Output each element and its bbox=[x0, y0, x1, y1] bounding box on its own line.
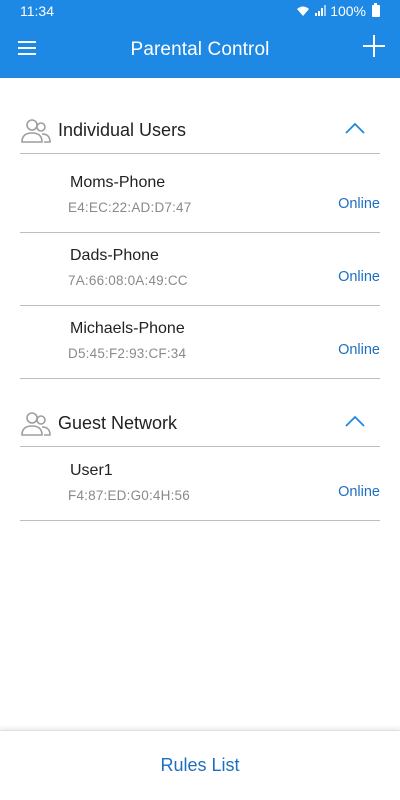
section-title: Guest Network bbox=[58, 413, 178, 433]
list-item[interactable]: Dads-Phone 7A:66:08:0A:49:CC Online bbox=[20, 233, 380, 306]
status-bar: 11:34 100% bbox=[0, 0, 400, 22]
section-header-guest-network[interactable]: Guest Network bbox=[20, 401, 380, 447]
wifi-icon bbox=[297, 6, 310, 16]
list-item[interactable]: Moms-Phone E4:EC:22:AD:D7:47 Online bbox=[20, 160, 380, 233]
signal-icon bbox=[315, 5, 327, 16]
battery-percent: 100% bbox=[330, 3, 366, 19]
device-name: Dads-Phone bbox=[70, 247, 159, 264]
device-mac: E4:EC:22:AD:D7:47 bbox=[68, 200, 192, 215]
rules-list-button[interactable]: Rules List bbox=[160, 755, 239, 776]
device-mac: D5:45:F2:93:CF:34 bbox=[68, 346, 187, 361]
section-header-individual-users[interactable]: Individual Users bbox=[20, 108, 380, 154]
app-bar: Parental Control bbox=[0, 22, 400, 78]
chevron-up-icon[interactable] bbox=[344, 411, 366, 433]
device-name: Michaels-Phone bbox=[70, 320, 185, 337]
device-status: Online bbox=[338, 196, 380, 212]
chevron-up-icon[interactable] bbox=[344, 118, 366, 140]
device-mac: F4:87:ED:G0:4H:56 bbox=[68, 488, 190, 503]
device-status: Online bbox=[338, 342, 380, 358]
device-mac: 7A:66:08:0A:49:CC bbox=[68, 273, 188, 288]
device-name: User1 bbox=[70, 462, 113, 479]
list-item[interactable]: Michaels-Phone D5:45:F2:93:CF:34 Online bbox=[20, 306, 380, 379]
section-title: Individual Users bbox=[58, 120, 187, 140]
page-title: Parental Control bbox=[130, 39, 270, 60]
bottom-bar: Rules List bbox=[0, 730, 400, 800]
users-group-icon bbox=[21, 411, 51, 436]
device-status: Online bbox=[338, 269, 380, 285]
status-icons: 100% bbox=[296, 2, 380, 19]
users-group-icon bbox=[21, 118, 51, 143]
list-item[interactable]: User1 F4:87:ED:G0:4H:56 Online bbox=[20, 448, 380, 521]
battery-icon bbox=[372, 2, 380, 17]
plus-icon[interactable] bbox=[360, 32, 388, 60]
device-status: Online bbox=[338, 484, 380, 500]
menu-icon[interactable] bbox=[14, 34, 42, 62]
status-time: 11:34 bbox=[20, 3, 54, 19]
header: 11:34 100% Parental Control bbox=[0, 0, 400, 78]
device-name: Moms-Phone bbox=[70, 174, 166, 191]
